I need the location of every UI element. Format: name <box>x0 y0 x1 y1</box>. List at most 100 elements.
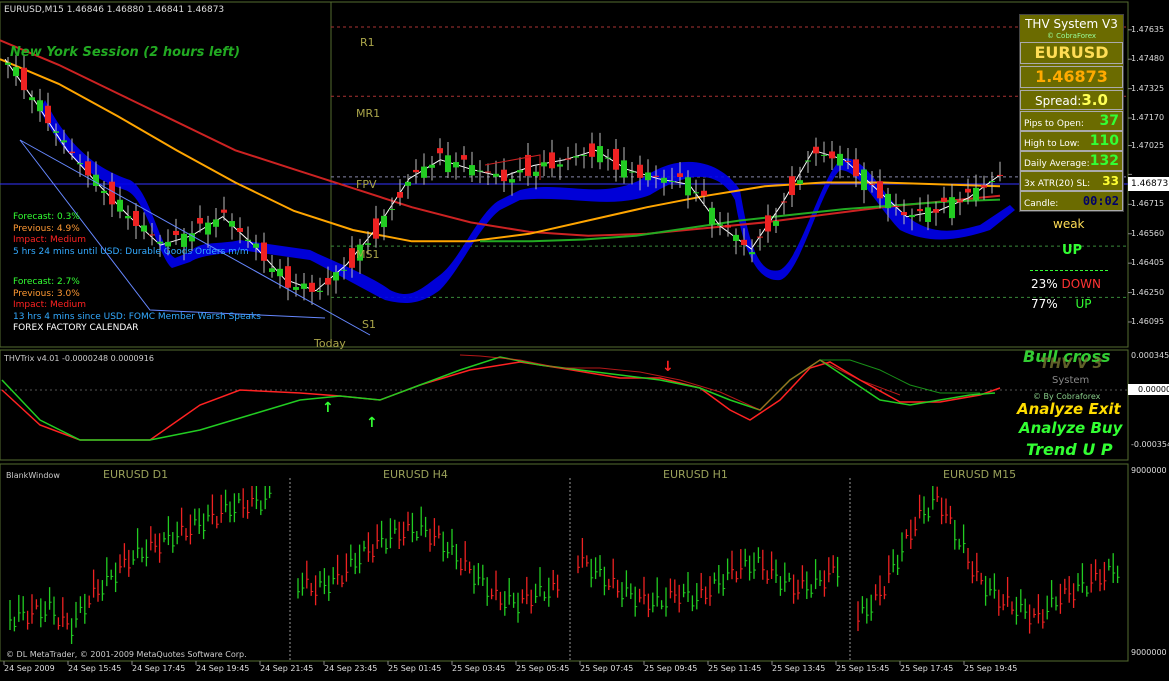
row-value: 110 <box>1089 133 1119 149</box>
candle-body <box>493 173 499 177</box>
analyze-exit: Analyze Exit <box>1017 400 1121 418</box>
candle-body <box>253 243 259 248</box>
blue-band <box>40 100 1015 303</box>
panel-title: THV System V3 <box>1025 17 1118 31</box>
time-label: 24 Sep 21:45 <box>260 664 314 673</box>
candle-body <box>285 266 291 288</box>
time-label: 25 Sep 17:45 <box>900 664 954 673</box>
pane-title-m15: EURUSD M15 <box>943 468 1017 481</box>
trend-label: Trend U P <box>1026 440 1113 459</box>
candle-body <box>621 160 627 178</box>
candle-body <box>709 207 715 225</box>
candle-body <box>477 170 483 172</box>
candle-body <box>117 199 123 212</box>
news-impact: Impact: Medium <box>13 300 87 310</box>
candle-body <box>445 155 451 173</box>
candle-body <box>61 140 67 143</box>
trix-label-top: 0.000345 <box>1131 351 1169 360</box>
news-forecast: Forecast: 2.7% <box>13 277 80 287</box>
session-label: New York Session (2 hours left) <box>10 45 241 60</box>
bottom-label-top: 9000000 <box>1131 466 1167 475</box>
candle-body <box>653 175 659 177</box>
panel-row-pips: Pips to Open: 37 <box>1020 111 1123 131</box>
candle-body <box>901 211 907 216</box>
news-event: 13 hrs 4 mins since USD: FOMC Member War… <box>13 311 261 322</box>
candle-body <box>773 221 779 226</box>
time-label: 25 Sep 09:45 <box>644 664 698 673</box>
panel-spread: Spread:3.0 <box>1020 90 1123 110</box>
price-label: 1.47025 <box>1131 140 1165 150</box>
candle-body <box>309 282 315 292</box>
candle-body <box>501 169 507 182</box>
news-forecast: Forecast: 0.3% <box>13 212 80 222</box>
candle-body <box>541 162 547 167</box>
candle-body <box>509 179 515 183</box>
candle-body <box>797 180 803 185</box>
time-label: 25 Sep 07:45 <box>580 664 634 673</box>
down-pct: 23% <box>1031 277 1058 291</box>
candle-body <box>341 269 347 271</box>
news-previous: Previous: 4.9% <box>13 223 80 234</box>
down-row: 23% DOWN <box>1031 277 1101 291</box>
candle-body <box>661 177 667 183</box>
time-label: 24 Sep 23:45 <box>324 664 378 673</box>
candle-body <box>301 283 307 289</box>
candle-body <box>93 174 99 186</box>
row-label: 3x ATR(20) SL: <box>1024 179 1091 189</box>
price-label: 1.46095 <box>1131 316 1165 326</box>
panel-row-atr: 3x ATR(20) SL: 33 <box>1020 171 1123 191</box>
candle-body <box>845 161 851 163</box>
candle-body <box>437 148 443 154</box>
candle-body <box>957 200 963 203</box>
candle-body <box>533 171 539 177</box>
calendar-label: FOREX FACTORY CALENDAR <box>13 323 139 333</box>
pane-title-h4: EURUSD H4 <box>383 468 448 481</box>
price-label: 1.46250 <box>1131 287 1165 297</box>
candle-body <box>21 67 27 91</box>
candle-body <box>381 215 387 228</box>
time-label: 24 Sep 15:45 <box>68 664 122 673</box>
candle-body <box>917 209 923 212</box>
news-impact: Impact: Medium <box>13 235 87 245</box>
bottom-pane-border <box>0 463 1129 662</box>
candle-body <box>5 62 11 65</box>
price-label: 1.46715 <box>1131 199 1165 209</box>
time-label: 24 Sep 17:45 <box>132 664 186 673</box>
candle-body <box>997 174 1003 176</box>
candle-body <box>101 190 107 194</box>
candle-body <box>909 214 915 218</box>
candle-body <box>933 209 939 213</box>
candle-body <box>293 286 299 290</box>
candle-body <box>877 181 883 199</box>
candle-body <box>893 205 899 207</box>
row-label: Pips to Open: <box>1024 119 1084 129</box>
level-mr1: MR1 <box>356 107 381 120</box>
candle-body <box>637 164 643 178</box>
mini-candles <box>9 486 1120 644</box>
candle-body <box>693 192 699 194</box>
time-label: 24 Sep 2009 <box>4 664 55 673</box>
candle-body <box>701 190 707 196</box>
down-arrow: ↓ <box>662 359 674 375</box>
chart-canvas: ↑ ↑ ↓ <box>0 1 1169 665</box>
analyze-buy: Analyze Buy <box>1019 419 1123 437</box>
candle-body <box>605 157 611 159</box>
candle-body <box>421 166 427 178</box>
today-label: Today <box>314 337 346 350</box>
candle-body <box>597 146 603 163</box>
price-label: 1.47635 <box>1131 24 1165 34</box>
news-block-2: Forecast: 2.7% Previous: 3.0% Impact: Me… <box>13 277 261 335</box>
trix-pane-border <box>0 349 1129 461</box>
trix-label-bottom: -0.000354 <box>1131 440 1169 449</box>
trix-header: THVTrix v4.01 -0.0000248 0.0000916 <box>4 354 154 363</box>
pane-title-d1: EURUSD D1 <box>103 468 169 481</box>
candle-body <box>717 224 723 226</box>
copyright: © DL MetaTrader, © 2001-2009 MetaQuotes … <box>6 650 247 659</box>
brand-label: THV V 3 <box>1040 356 1103 372</box>
candle-body <box>781 201 787 203</box>
candle-body <box>29 97 35 101</box>
candle-body <box>37 100 43 112</box>
price-label: 1.46560 <box>1131 228 1165 238</box>
time-label: 25 Sep 11:45 <box>708 664 762 673</box>
up-label: UP <box>1075 297 1092 311</box>
